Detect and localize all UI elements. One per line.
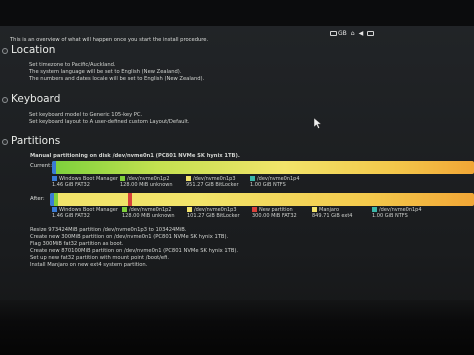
keyboard-layout-label: GB [338, 29, 347, 37]
monitor-bezel-top [0, 0, 474, 26]
action-line: Create new 300MiB partition on /dev/nvme… [30, 234, 229, 240]
keyboard-layout-indicator[interactable]: GB [330, 30, 347, 37]
current-segment-p2 [56, 161, 60, 174]
after-legend-item: Windows Boot Manager 1.46 GiB FAT32 [52, 207, 118, 219]
current-partition-bar [52, 161, 474, 174]
after-partition-bar [50, 193, 474, 206]
action-line: Create new 870100MiB partition on /dev/n… [30, 248, 239, 254]
action-line: Resize 973424MiB partition /dev/nvme0n1p… [30, 227, 187, 233]
volume-icon: ◀ [358, 29, 364, 37]
legend-swatch [52, 207, 57, 212]
location-line: Set timezone to Pacific/Auckland. [29, 62, 116, 68]
after-legend-item: New partition 300.00 MiB FAT32 [252, 207, 297, 219]
location-line: The system language will be set to Engli… [29, 69, 182, 75]
network-icon: ⌂ [350, 29, 355, 37]
legend-swatch [187, 207, 192, 212]
keyboard-line: Set keyboard model to Generic 105-key PC… [29, 112, 143, 118]
keyboard-icon [330, 30, 337, 36]
after-legend-item: /dev/nvme0n1p3 101.27 GiB BitLocker [187, 207, 240, 219]
top-status-bar: GB ⌂ ◀ [330, 27, 474, 39]
legend-swatch [52, 176, 57, 181]
legend-swatch [252, 207, 257, 212]
after-label: After: [30, 196, 45, 202]
partitioning-summary: Manual partitioning on disk /dev/nvme0n1… [30, 153, 240, 159]
legend-swatch [312, 207, 317, 212]
legend-swatch [120, 176, 125, 181]
keyboard-heading: Keyboard [11, 93, 61, 105]
legend-swatch [250, 176, 255, 181]
legend-swatch [186, 176, 191, 181]
keyboard-step-icon [2, 97, 8, 103]
partitions-heading: Partitions [11, 135, 61, 147]
current-legend-item: /dev/nvme0n1p2 128.00 MiB unknown [120, 176, 173, 188]
summary-intro: This is an overview of what will happen … [10, 37, 209, 43]
volume-indicator[interactable]: ◀ [359, 30, 364, 37]
after-legend-item: /dev/nvme0n1p4 1.00 GiB NTFS [372, 207, 422, 219]
monitor-bezel-bottom [0, 300, 474, 355]
location-line: The numbers and dates locale will be set… [29, 76, 205, 82]
action-line: Flag 300MiB fat32 partition as boot. [30, 241, 124, 247]
legend-swatch [372, 207, 377, 212]
network-indicator[interactable]: ⌂ [351, 30, 355, 37]
current-label: Current: [30, 163, 53, 169]
legend-swatch [122, 207, 127, 212]
after-legend-item: /dev/nvme0n1p2 128.00 MiB unknown [122, 207, 175, 219]
action-line: Set up new fat32 partition with mount po… [30, 255, 170, 261]
current-legend-item: /dev/nvme0n1p4 1.00 GiB NTFS [250, 176, 300, 188]
after-segment-efi [128, 193, 132, 206]
location-step-icon [2, 48, 8, 54]
after-legend-item: Manjaro 849.71 GiB ext4 [312, 207, 353, 219]
action-line: Install Manjaro on new ext4 system parti… [30, 262, 148, 268]
partitions-step-icon [2, 139, 8, 145]
battery-indicator[interactable] [367, 30, 375, 36]
keyboard-line: Set keyboard layout to A user-defined cu… [29, 119, 190, 125]
location-heading: Location [11, 44, 56, 56]
battery-icon [367, 30, 375, 36]
current-legend-item: /dev/nvme0n1p3 951.27 GiB BitLocker [186, 176, 239, 188]
current-legend-item: Windows Boot Manager 1.46 GiB FAT32 [52, 176, 118, 188]
after-segment-p3 [58, 193, 128, 206]
